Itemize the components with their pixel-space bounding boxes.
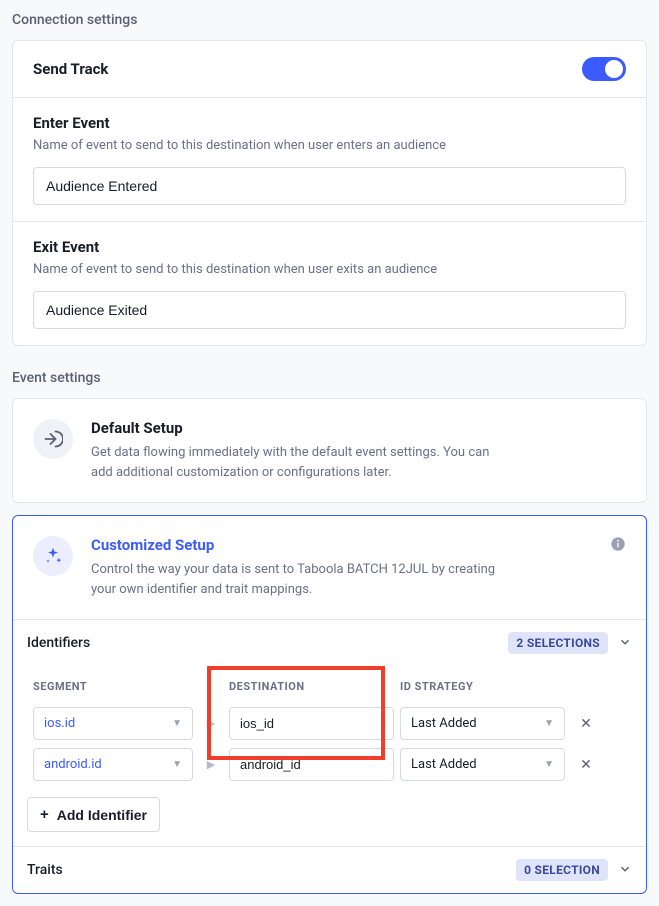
segment-select[interactable]: android.id ▼ [33,748,193,781]
add-identifier-label: Add Identifier [57,807,147,823]
col-destination: DESTINATION [229,680,394,693]
strategy-value: Last Added [411,716,477,731]
caret-down-icon: ▼ [172,718,182,729]
connection-settings-card: Send Track Enter Event Name of event to … [12,40,647,346]
segment-select[interactable]: ios.id ▼ [33,707,193,740]
customized-setup-card: Customized Setup Control the way your da… [12,515,647,894]
enter-event-desc: Name of event to send to this destinatio… [33,138,626,153]
exit-event-desc: Name of event to send to this destinatio… [33,262,626,277]
identifiers-body: SEGMENT DESTINATION ID STRATEGY ios.id ▼… [13,666,646,846]
enter-event-input[interactable] [33,167,626,205]
caret-down-icon: ▼ [544,759,554,770]
sparkle-icon [33,536,73,576]
add-identifier-button[interactable]: + Add Identifier [27,797,160,832]
customized-setup-desc: Control the way your data is sent to Tab… [91,560,511,599]
identifiers-header[interactable]: Identifiers 2 SELECTIONS [13,619,646,666]
customized-setup-title: Customized Setup [91,536,511,554]
event-settings-title: Event settings [12,370,647,386]
exit-event-title: Exit Event [33,238,626,256]
identifiers-badge: 2 SELECTIONS [508,632,608,654]
caret-down-icon: ▼ [172,759,182,770]
destination-input[interactable] [229,707,394,740]
traits-header[interactable]: Traits 0 SELECTION [13,846,646,893]
traits-title: Traits [27,862,63,878]
chevron-down-icon[interactable] [618,635,632,652]
segment-value: android.id [44,757,102,772]
identifier-row: android.id ▼ ▶ Last Added ▼ ✕ [27,744,632,785]
destination-input[interactable] [229,748,394,781]
exit-event-input[interactable] [33,291,626,329]
send-track-toggle[interactable] [582,57,626,81]
identifier-row: ios.id ▼ ▶ Last Added ▼ ✕ [27,703,632,744]
strategy-select[interactable]: Last Added ▼ [400,748,565,781]
col-segment: SEGMENT [33,680,193,693]
strategy-select[interactable]: Last Added ▼ [400,707,565,740]
default-setup-icon [33,419,73,459]
remove-row-button[interactable]: ✕ [571,757,601,773]
segment-value: ios.id [44,716,75,731]
chevron-down-icon[interactable] [618,862,632,879]
send-track-label: Send Track [33,60,108,78]
col-strategy: ID STRATEGY [400,680,565,693]
default-setup-card[interactable]: Default Setup Get data flowing immediate… [12,398,647,503]
info-icon[interactable] [610,536,626,556]
arrow-right-icon: ▶ [199,717,223,730]
identifiers-title: Identifiers [27,635,90,651]
remove-row-button[interactable]: ✕ [571,716,601,732]
traits-badge: 0 SELECTION [516,859,608,881]
default-setup-title: Default Setup [91,419,511,437]
default-setup-desc: Get data flowing immediately with the de… [91,443,511,482]
customized-setup-option[interactable]: Customized Setup Control the way your da… [13,516,646,619]
strategy-value: Last Added [411,757,477,772]
arrow-right-icon: ▶ [199,758,223,771]
connection-settings-title: Connection settings [12,12,647,28]
enter-event-title: Enter Event [33,114,626,132]
plus-icon: + [40,806,49,823]
caret-down-icon: ▼ [544,718,554,729]
